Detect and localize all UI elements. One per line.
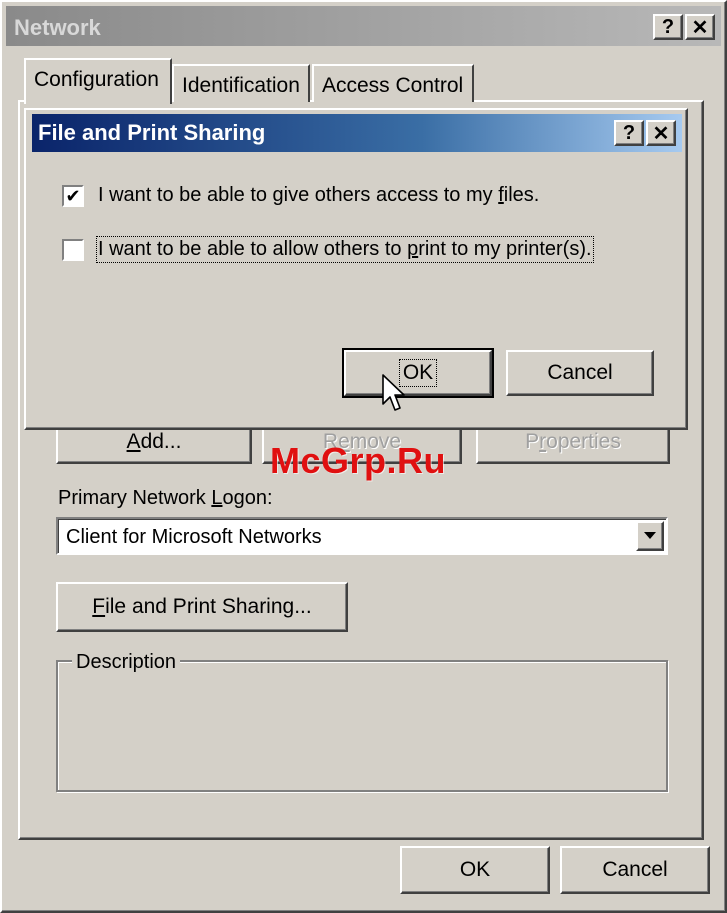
window-title: Network [14,15,101,40]
help-button[interactable]: ? [653,14,683,40]
dialog-help-button[interactable]: ? [614,120,644,146]
tab-access-control[interactable]: Access Control [312,64,474,102]
dialog-title-bar[interactable]: File and Print Sharing ? ✕ [32,114,682,152]
checkmark-icon: ✔ [65,185,81,206]
share-printers-checkbox[interactable] [62,238,84,261]
close-button[interactable]: ✕ [685,14,715,40]
dialog-title: File and Print Sharing [38,120,266,145]
ok-button[interactable]: OK [400,846,550,894]
file-print-sharing-dialog: File and Print Sharing ? ✕ ✔ I want to b… [24,108,688,430]
share-files-checkbox[interactable]: ✔ [62,184,84,207]
close-icon: ✕ [652,122,670,145]
primary-logon-label: Primary Network Logon: [58,487,273,509]
close-icon: ✕ [691,16,709,39]
share-files-option[interactable]: ✔ I want to be able to give others acces… [62,184,539,207]
title-bar[interactable]: Network ? ✕ [6,6,721,46]
chevron-down-icon [644,532,656,539]
description-label: Description [72,651,181,674]
share-printers-label: I want to be able to allow others to pri… [96,236,594,263]
file-print-sharing-button[interactable]: File and Print Sharing... [56,582,348,632]
primary-logon-select[interactable]: Client for Microsoft Networks [56,517,668,555]
watermark-text: McGrp.Ru [270,440,447,481]
cancel-button[interactable]: Cancel [560,846,710,894]
dropdown-button[interactable] [636,521,664,551]
share-printers-option[interactable]: I want to be able to allow others to pri… [62,236,594,263]
dialog-ok-button[interactable]: OK [342,348,494,398]
tab-identification[interactable]: Identification [172,64,310,102]
primary-logon-value: Client for Microsoft Networks [66,526,322,548]
dialog-cancel-button[interactable]: Cancel [506,350,654,396]
share-files-label: I want to be able to give others access … [98,184,540,206]
dialog-close-button[interactable]: ✕ [646,120,676,146]
description-group [56,660,668,792]
tab-configuration[interactable]: Configuration [24,58,172,104]
mouse-pointer-icon [382,374,405,411]
